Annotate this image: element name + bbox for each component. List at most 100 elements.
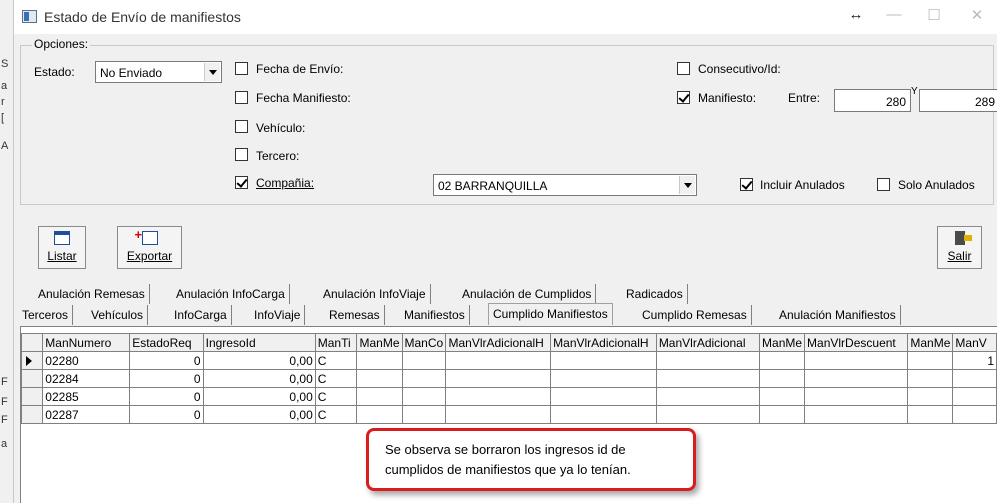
listar-button[interactable]: Listar [38, 226, 86, 269]
solo-anulados-checkbox[interactable] [877, 178, 890, 191]
table-cell[interactable]: 02284 [42, 369, 131, 388]
table-row[interactable]: 02284 0 0,00 C [20, 369, 997, 388]
tab-anulacion-manifiestos[interactable]: Anulación Manifiestos [775, 305, 901, 325]
table-cell[interactable] [356, 405, 403, 424]
column-header[interactable]: ManVlrAdicionalH [550, 333, 657, 352]
table-cell[interactable] [759, 387, 806, 406]
minimize-button[interactable]: — [884, 6, 904, 23]
tab-vehiculos[interactable]: Vehículos [87, 305, 149, 325]
table-cell[interactable]: 0 [129, 405, 204, 424]
table-cell[interactable] [804, 405, 909, 424]
table-row[interactable]: 02280 0 0,00 C 1 [20, 351, 997, 370]
title-bar[interactable]: Estado de Envío de manifiestos ↔ — ☐ ✕ [14, 0, 997, 34]
table-cell[interactable] [550, 369, 657, 388]
table-cell[interactable]: C [314, 405, 358, 424]
table-cell[interactable] [401, 369, 447, 388]
fecha-envio-checkbox[interactable] [235, 62, 248, 75]
column-header[interactable]: EstadoReq [129, 333, 204, 352]
fecha-manifiesto-checkbox[interactable] [235, 91, 248, 104]
manifiesto-to-input[interactable]: 289 [919, 89, 997, 112]
close-button[interactable]: ✕ [967, 6, 987, 24]
table-cell[interactable] [907, 387, 954, 406]
manifiesto-checkbox[interactable] [677, 91, 690, 104]
table-cell[interactable] [804, 387, 909, 406]
table-cell[interactable] [445, 405, 552, 424]
row-selector[interactable] [20, 405, 44, 424]
table-cell[interactable] [804, 369, 909, 388]
tab-infoviaje[interactable]: InfoViaje [250, 305, 306, 325]
table-cell[interactable]: 02285 [42, 387, 131, 406]
tab-anulacion-remesas[interactable]: Anulación Remesas [34, 284, 150, 304]
table-cell[interactable]: C [314, 369, 358, 388]
tab-cumplido-manifiestos[interactable]: Cumplido Manifiestos [488, 303, 613, 325]
table-cell[interactable] [655, 351, 761, 370]
table-cell[interactable]: 02280 [42, 351, 131, 370]
tab-infocarga[interactable]: InfoCarga [170, 305, 232, 325]
table-row[interactable]: 02285 0 0,00 C [20, 387, 997, 406]
table-cell[interactable] [952, 387, 997, 406]
row-selector[interactable] [20, 369, 44, 388]
table-cell[interactable] [401, 387, 447, 406]
vehiculo-checkbox[interactable] [235, 120, 248, 133]
tab-manifiestos[interactable]: Manifiestos [400, 305, 470, 325]
table-cell[interactable] [445, 369, 552, 388]
column-header[interactable]: ManVlrAdicionalH [445, 333, 552, 352]
table-cell[interactable] [401, 351, 447, 370]
chevron-down-icon[interactable] [204, 63, 220, 81]
table-cell[interactable]: 0 [129, 351, 204, 370]
tab-anulacion-cumplidos[interactable]: Anulación de Cumplidos [458, 284, 597, 304]
table-cell[interactable] [401, 405, 447, 424]
table-cell[interactable]: C [314, 351, 358, 370]
chevron-down-icon[interactable] [679, 176, 695, 194]
table-cell[interactable] [356, 351, 403, 370]
table-cell[interactable] [655, 369, 761, 388]
incluir-anulados-checkbox[interactable] [740, 178, 753, 191]
table-cell[interactable]: 0 [129, 387, 204, 406]
column-header[interactable]: ManVlrAdicional [655, 333, 761, 352]
table-cell[interactable]: 0,00 [202, 405, 316, 424]
table-cell[interactable]: 1 [952, 351, 997, 370]
tab-terceros[interactable]: Terceros [18, 305, 74, 325]
exportar-button[interactable]: Exportar [117, 226, 182, 269]
table-cell[interactable] [804, 351, 909, 370]
table-cell[interactable] [907, 405, 954, 424]
tab-anulacion-infocarga[interactable]: Anulación InfoCarga [172, 284, 290, 304]
column-header[interactable]: ManV [952, 333, 997, 352]
row-selector[interactable] [20, 351, 44, 370]
maximize-button[interactable]: ☐ [924, 6, 944, 24]
column-header[interactable]: ManMe [356, 333, 403, 352]
estado-select[interactable]: No Enviado [95, 61, 222, 83]
table-cell[interactable]: 02287 [42, 405, 131, 424]
column-header[interactable]: ManNumero [42, 333, 131, 352]
table-cell[interactable] [550, 405, 657, 424]
row-selector[interactable] [20, 387, 44, 406]
tab-radicados[interactable]: Radicados [622, 284, 688, 304]
table-cell[interactable] [655, 387, 761, 406]
column-header[interactable]: ManMe [907, 333, 954, 352]
column-header[interactable]: IngresoId [202, 333, 316, 352]
table-cell[interactable] [952, 405, 997, 424]
manifiesto-from-input[interactable]: 280 [834, 89, 911, 112]
table-row[interactable]: 02287 0 0,00 C [20, 405, 997, 424]
resize-icon[interactable]: ↔ [846, 6, 866, 23]
tercero-checkbox[interactable] [235, 148, 248, 161]
compania-checkbox[interactable] [235, 176, 248, 189]
table-cell[interactable] [907, 351, 954, 370]
column-header[interactable]: ManMe [759, 333, 806, 352]
consecutivo-checkbox[interactable] [677, 62, 690, 75]
table-cell[interactable] [445, 387, 552, 406]
table-cell[interactable] [759, 351, 806, 370]
table-cell[interactable] [952, 369, 997, 388]
column-header[interactable]: ManTi [314, 333, 358, 352]
table-cell[interactable] [759, 369, 806, 388]
compania-select[interactable]: 02 BARRANQUILLA [433, 174, 697, 196]
tab-anulacion-infoviaje[interactable]: Anulación InfoViaje [319, 284, 431, 304]
table-cell[interactable] [550, 351, 657, 370]
table-cell[interactable] [550, 387, 657, 406]
table-cell[interactable] [907, 369, 954, 388]
table-cell[interactable]: 0,00 [202, 387, 316, 406]
table-cell[interactable]: C [314, 387, 358, 406]
table-cell[interactable] [655, 405, 761, 424]
table-cell[interactable] [759, 405, 806, 424]
table-cell[interactable]: 0 [129, 369, 204, 388]
